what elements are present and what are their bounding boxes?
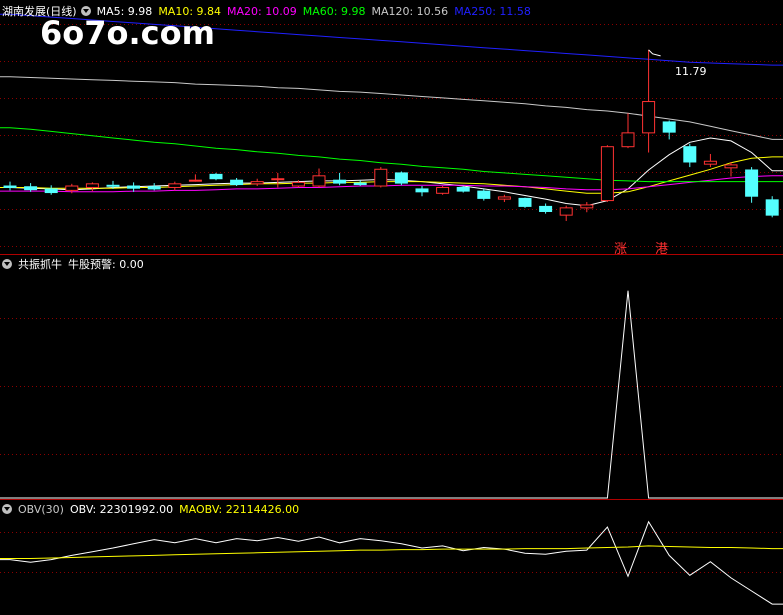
- maobv-value-label: MAOBV: 22114426.00: [179, 503, 300, 516]
- candle-body: [745, 169, 759, 197]
- ma-legend-item: MA250: 11.58: [454, 5, 531, 18]
- candle-body: [703, 160, 717, 165]
- candle-body: [209, 173, 223, 180]
- candle-body: [65, 185, 79, 191]
- high-price-label: 11.79: [675, 65, 707, 78]
- price-panel-title: 湖南发展(日线): [2, 5, 77, 18]
- collapse-icon[interactable]: [2, 259, 12, 269]
- candle-body: [24, 186, 38, 191]
- candle-body: [683, 146, 697, 163]
- candle-body: [168, 183, 182, 188]
- candle-body: [374, 168, 388, 187]
- candle-body: [353, 182, 367, 186]
- high-price-pointer: [648, 49, 661, 57]
- signal-up-mark: 涨: [614, 242, 628, 257]
- obv-line-obv: [0, 520, 783, 605]
- candle-body: [3, 185, 17, 188]
- candle-body: [394, 172, 408, 184]
- ma-line-ma20: [0, 175, 783, 193]
- ma-legend-item: MA20: 10.09: [227, 5, 297, 18]
- candle-body: [106, 184, 120, 187]
- signal-port-mark: 港: [655, 242, 669, 257]
- candle-body: [85, 183, 99, 188]
- ma-legend-item: MA60: 9.98: [302, 5, 366, 18]
- candle-body: [559, 207, 573, 216]
- stock-chart-canvas[interactable]: [0, 0, 783, 615]
- candle-body: [765, 199, 779, 216]
- indicator-value-label: 牛股预警: 0.00: [68, 258, 144, 271]
- price-panel-header: 湖南发展(日线) MA5: 9.98 MA10: 9.84 MA20: 10.09 MA…: [2, 4, 543, 20]
- candle-body: [312, 175, 326, 187]
- candle-body: [250, 181, 264, 185]
- indicator-panel-title: 共振抓牛: [18, 258, 62, 271]
- candle-body: [291, 181, 305, 187]
- candle-body: [642, 101, 656, 134]
- candle-body: [456, 186, 470, 192]
- indicator-panel-header: 共振抓牛 牛股预警: 0.00: [2, 257, 150, 273]
- candle-body: [518, 197, 532, 207]
- candle-body: [621, 132, 635, 148]
- candle-body: [271, 178, 285, 181]
- candle-body: [44, 188, 58, 194]
- obv-line-maobv: [0, 545, 783, 559]
- ma-legend-item: MA120: 10.56: [371, 5, 449, 18]
- collapse-icon[interactable]: [80, 6, 91, 16]
- ma-line-ma5: [0, 137, 783, 207]
- candle-body: [539, 205, 553, 212]
- signal-line: [0, 290, 783, 499]
- obv-panel-header: OBV(30) OBV: 22301992.00 MAOBV: 22114426.0…: [2, 502, 305, 518]
- candle-body: [333, 179, 347, 184]
- candle-body: [415, 188, 429, 193]
- candle-body: [230, 179, 244, 186]
- obv-panel-title: OBV(30): [18, 503, 64, 516]
- candle-body: [188, 179, 202, 182]
- candle-body: [497, 196, 511, 200]
- ma-line-ma10: [0, 156, 783, 194]
- candle-body: [724, 164, 738, 169]
- candle-body: [147, 186, 161, 190]
- candle-body: [600, 146, 614, 202]
- ma-legend-item: MA10: 9.84: [158, 5, 222, 18]
- candle-body: [477, 190, 491, 199]
- ma-line-ma60: [0, 127, 783, 183]
- ma-legend-item: MA5: 9.98: [96, 5, 153, 18]
- candle-body: [662, 121, 676, 133]
- obv-value-label: OBV: 22301992.00: [69, 503, 174, 516]
- collapse-icon[interactable]: [2, 504, 12, 514]
- candle-body: [127, 185, 141, 189]
- candle-body: [580, 204, 594, 209]
- candle-body: [436, 186, 450, 194]
